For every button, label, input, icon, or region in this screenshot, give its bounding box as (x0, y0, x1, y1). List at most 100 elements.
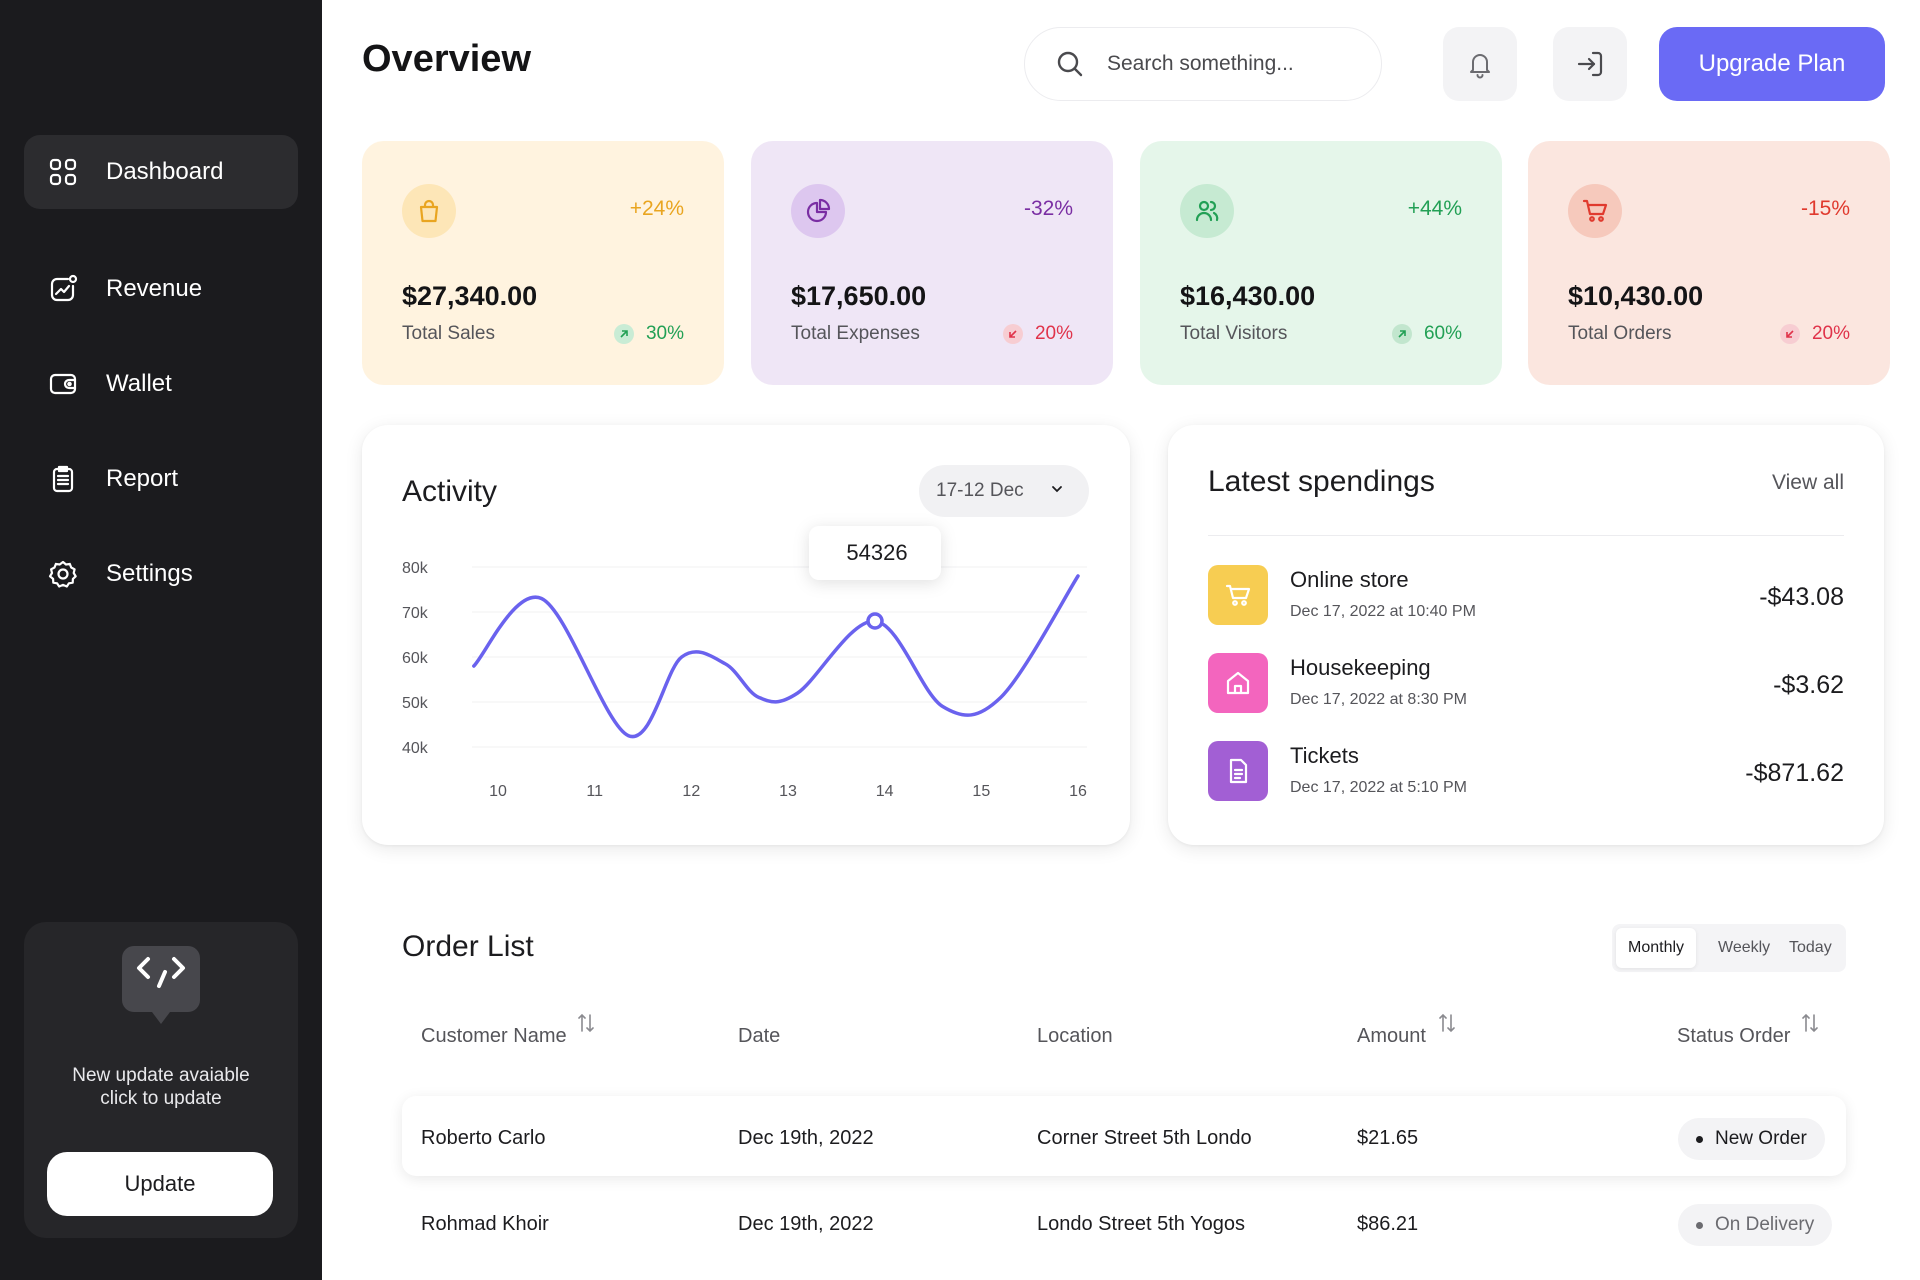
tab-monthly[interactable]: Monthly (1616, 928, 1697, 968)
sidebar: Dashboard Revenue Wallet Report Settings… (0, 0, 322, 1280)
spending-date: Dec 17, 2022 at 5:10 PM (1290, 779, 1467, 796)
stat-label: Total Expenses (791, 323, 920, 344)
cell-customer: Roberto Carlo (421, 1127, 546, 1149)
status-badge: On Delivery (1678, 1204, 1833, 1246)
stat-percent: +44% (1407, 197, 1462, 220)
stat-percent: -32% (1023, 197, 1073, 220)
y-tick-label: 60k (402, 650, 429, 667)
cell-amount: $86.21 (1357, 1213, 1419, 1235)
status-dot (1696, 1135, 1703, 1143)
arrow-up-right-icon (613, 324, 634, 344)
stat-percent: -15% (1800, 197, 1850, 220)
divider (1208, 535, 1844, 536)
upgrade-plan-button[interactable]: Upgrade Plan (1659, 27, 1885, 101)
status-text: On Delivery (1715, 1214, 1815, 1235)
x-tick-label: 14 (876, 783, 894, 800)
arrow-down-left-icon (1779, 324, 1800, 344)
page-title: Overview (362, 38, 531, 80)
highlight-point[interactable] (866, 612, 884, 630)
bell-icon (1470, 54, 1490, 79)
stat-value: $10,430.00 (1568, 281, 1704, 311)
update-promo-card: New update avaiable click to update Upda… (24, 922, 298, 1238)
status-dot (1696, 1221, 1703, 1229)
sidebar-item-settings[interactable]: Settings (24, 537, 298, 611)
login-button[interactable] (1553, 27, 1627, 101)
order-list-title: Order List (402, 930, 534, 963)
spending-item[interactable]: Tickets Dec 17, 2022 at 5:10 PM -$871.62 (1208, 741, 1844, 803)
column-header-location[interactable]: Location (1037, 1025, 1113, 1048)
column-header-customer[interactable]: Customer Name (421, 1025, 567, 1048)
sidebar-item-label: Settings (106, 560, 193, 587)
chart-tooltip: 54326 (809, 526, 941, 580)
stat-card-total-expenses: -32% $17,650.00 Total Expenses 20% (751, 141, 1113, 385)
update-button[interactable]: Update (47, 1152, 273, 1216)
stat-trend-value: 20% (1034, 323, 1073, 344)
stat-card-total-sales: +24% $27,340.00 Total Sales 30% (362, 141, 724, 385)
spending-item[interactable]: Online store Dec 17, 2022 at 10:40 PM -$… (1208, 565, 1844, 627)
notifications-button[interactable] (1443, 27, 1517, 101)
x-tick-label: 15 (972, 783, 990, 800)
login-icon (1577, 51, 1603, 77)
trend-chart-icon (50, 274, 78, 302)
sidebar-item-label: Wallet (106, 370, 172, 397)
sort-icon[interactable] (576, 1012, 596, 1034)
stat-trend-value: 30% (645, 323, 684, 344)
sidebar-item-label: Report (106, 465, 179, 492)
tab-weekly[interactable]: Weekly (1718, 928, 1770, 968)
status-badge: New Order (1678, 1118, 1825, 1160)
sort-icon[interactable] (1437, 1012, 1457, 1034)
view-all-link[interactable]: View all (1772, 471, 1844, 495)
spending-date: Dec 17, 2022 at 8:30 PM (1290, 691, 1467, 708)
home-icon (1208, 653, 1268, 713)
arrow-down-left-icon (1002, 324, 1023, 344)
stat-value: $17,650.00 (791, 281, 927, 311)
column-header-status[interactable]: Status Order (1677, 1025, 1790, 1048)
spending-item[interactable]: Housekeeping Dec 17, 2022 at 8:30 PM -$3… (1208, 653, 1844, 715)
pie-chart-icon (791, 184, 845, 238)
cell-date: Dec 19th, 2022 (738, 1127, 874, 1149)
sidebar-item-revenue[interactable]: Revenue (24, 252, 298, 326)
update-message-line2: click to update (100, 1088, 222, 1109)
spending-name: Housekeeping (1290, 655, 1431, 680)
search-box[interactable] (1024, 27, 1382, 101)
grid-icon (49, 158, 77, 186)
update-message-line1: New update avaiable (72, 1065, 250, 1086)
stat-trend: 60% (1391, 323, 1462, 345)
y-tick-label: 50k (402, 695, 429, 712)
spending-name: Online store (1290, 567, 1409, 592)
tab-today[interactable]: Today (1789, 928, 1832, 968)
cart-icon (1568, 184, 1622, 238)
cell-amount: $21.65 (1357, 1127, 1419, 1149)
column-header-amount[interactable]: Amount (1357, 1025, 1426, 1048)
cell-customer: Rohmad Khoir (421, 1213, 549, 1235)
sort-icon[interactable] (1800, 1012, 1820, 1034)
cell-location: Corner Street 5th Londo (1037, 1127, 1252, 1149)
update-message: New update avaiable click to update (24, 1064, 298, 1110)
tooltip-value: 54326 (846, 540, 907, 565)
stat-trend-value: 20% (1811, 323, 1850, 344)
period-tabs: Monthly Weekly Today (1612, 924, 1846, 972)
stat-trend: 20% (1779, 323, 1850, 345)
spending-date: Dec 17, 2022 at 10:40 PM (1290, 603, 1476, 620)
search-input[interactable] (1107, 52, 1337, 76)
spending-amount: -$871.62 (1745, 759, 1844, 787)
sidebar-item-dashboard[interactable]: Dashboard (24, 135, 298, 209)
stat-card-total-visitors: +44% $16,430.00 Total Visitors 60% (1140, 141, 1502, 385)
x-tick-label: 16 (1069, 783, 1087, 800)
code-bubble-icon (122, 946, 200, 1024)
stat-label: Total Visitors (1180, 323, 1288, 344)
sidebar-item-wallet[interactable]: Wallet (24, 347, 298, 421)
shopping-bag-icon (402, 184, 456, 238)
y-tick-label: 40k (402, 740, 429, 757)
spending-amount: -$3.62 (1773, 671, 1844, 699)
sidebar-item-report[interactable]: Report (24, 442, 298, 516)
spending-amount: -$43.08 (1759, 583, 1844, 611)
document-icon (1208, 741, 1268, 801)
search-icon (1057, 51, 1083, 77)
y-tick-label: 80k (402, 560, 429, 577)
stat-percent: +24% (629, 197, 684, 220)
x-tick-label: 13 (779, 783, 797, 800)
stat-trend: 30% (613, 323, 684, 345)
latest-spendings-panel: Latest spendings View all Online store D… (1168, 425, 1884, 845)
column-header-date[interactable]: Date (738, 1025, 780, 1048)
